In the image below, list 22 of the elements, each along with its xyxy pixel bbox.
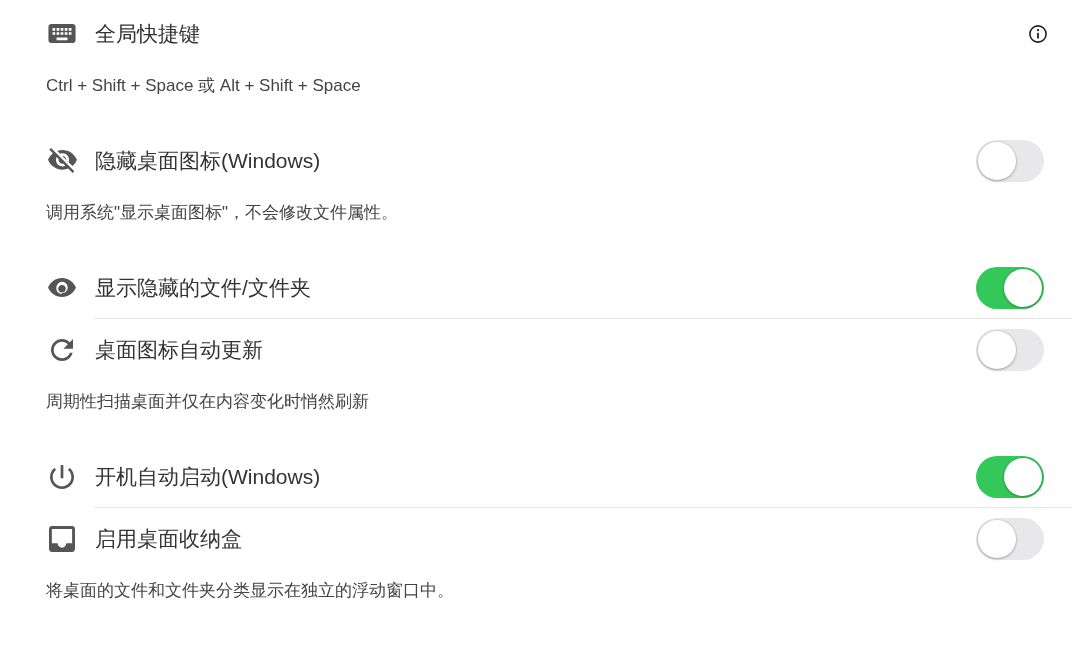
setting-description: Ctrl + Shift + Space 或 Alt + Shift + Space — [46, 75, 362, 97]
setting-title: 开机自动启动(Windows) — [95, 463, 322, 490]
eye-slash-icon — [47, 148, 77, 173]
setting-title: 全局快捷键 — [95, 20, 201, 47]
setting-description: 调用系统"显示桌面图标"，不会修改文件属性。 — [46, 202, 400, 224]
keyboard-icon — [48, 24, 76, 43]
setting-description: 将桌面的文件和文件夹分类显示在独立的浮动窗口中。 — [46, 580, 455, 602]
toggle-switch[interactable] — [976, 139, 1044, 182]
toggle-switch[interactable] — [976, 328, 1044, 371]
setting-title: 显示隐藏的文件/文件夹 — [95, 274, 312, 301]
setting-title: 隐藏桌面图标(Windows) — [95, 147, 322, 174]
power-icon — [50, 464, 74, 489]
toggle-switch[interactable] — [976, 455, 1044, 498]
setting-title: 启用桌面收纳盒 — [95, 525, 243, 552]
setting-description: 周期性扫描桌面并仅在内容变化时悄然刷新 — [46, 391, 370, 413]
inbox-icon — [49, 525, 75, 552]
toggle-switch[interactable] — [976, 517, 1044, 560]
eye-icon — [48, 278, 76, 297]
info-icon[interactable] — [1029, 24, 1047, 43]
toggle-switch[interactable] — [976, 266, 1044, 309]
setting-title: 桌面图标自动更新 — [95, 336, 264, 363]
refresh-icon — [51, 338, 73, 361]
